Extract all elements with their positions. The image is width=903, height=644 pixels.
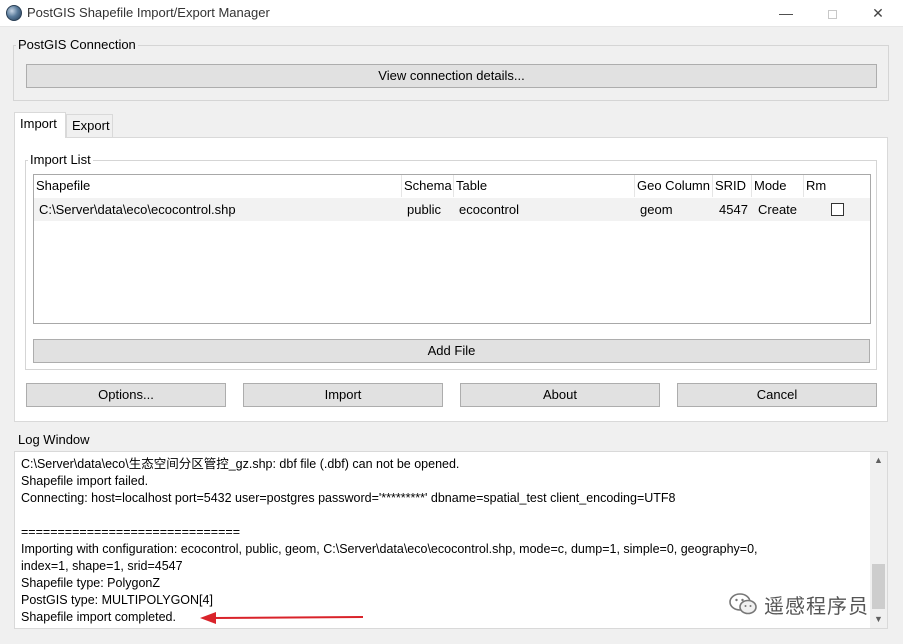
close-button[interactable]: ✕ — [855, 0, 901, 27]
about-button[interactable]: About — [460, 383, 660, 407]
scroll-thumb[interactable] — [872, 564, 885, 609]
add-file-button[interactable]: Add File — [33, 339, 870, 363]
window-title: PostGIS Shapefile Import/Export Manager — [27, 5, 270, 20]
postgis-connection-label: PostGIS Connection — [16, 37, 138, 53]
log-line: ============================== — [21, 525, 240, 539]
minimize-button[interactable]: — — [763, 0, 809, 27]
rm-checkbox[interactable] — [831, 203, 844, 216]
cell-geo-column[interactable]: geom — [640, 198, 712, 221]
column-header-geo-column[interactable]: Geo Column — [635, 175, 713, 197]
log-line: Importing with configuration: ecocontrol… — [21, 542, 758, 556]
table-header: Shapefile Schema Table Geo Column SRID M… — [34, 175, 870, 197]
log-window-label: Log Window — [16, 432, 92, 448]
watermark-text: 遥感程序员 — [764, 595, 869, 618]
log-line: Shapefile import failed. — [21, 474, 149, 488]
cell-table[interactable]: ecocontrol — [459, 198, 634, 221]
log-line: Connecting: host=localhost port=5432 use… — [21, 491, 676, 505]
import-list-label: Import List — [28, 152, 93, 168]
log-line: C:\Server\data\eco\生态空间分区管控_gz.shp: dbf … — [21, 457, 460, 471]
column-header-table[interactable]: Table — [454, 175, 635, 197]
maximize-icon — [827, 9, 837, 19]
scroll-up-icon[interactable]: ▲ — [870, 452, 887, 469]
cancel-button[interactable]: Cancel — [677, 383, 877, 407]
view-connection-details-button[interactable]: View connection details... — [26, 64, 877, 88]
tab-export[interactable]: Export — [66, 114, 113, 138]
cell-shapefile[interactable]: C:\Server\data\eco\ecocontrol.shp — [39, 198, 399, 221]
column-header-srid[interactable]: SRID — [713, 175, 752, 197]
red-arrow-icon — [200, 612, 364, 624]
column-header-shapefile[interactable]: Shapefile — [34, 175, 402, 197]
options-button[interactable]: Options... — [26, 383, 226, 407]
import-button[interactable]: Import — [243, 383, 443, 407]
wechat-icon — [729, 593, 757, 615]
tab-import[interactable]: Import — [14, 112, 66, 138]
cell-schema[interactable]: public — [407, 198, 453, 221]
column-header-rm[interactable]: Rm — [804, 175, 870, 197]
import-list-table[interactable]: Shapefile Schema Table Geo Column SRID M… — [33, 174, 871, 324]
table-row[interactable]: C:\Server\data\eco\ecocontrol.shp public… — [34, 198, 870, 221]
cell-srid[interactable]: 4547 — [719, 198, 752, 221]
cell-mode[interactable]: Create — [758, 198, 804, 221]
scroll-down-icon[interactable]: ▼ — [870, 611, 887, 628]
postgis-globe-icon — [6, 5, 22, 21]
column-header-mode[interactable]: Mode — [752, 175, 804, 197]
log-line: index=1, shape=1, srid=4547 — [21, 559, 183, 573]
title-bar: PostGIS Shapefile Import/Export Manager … — [0, 0, 903, 27]
watermark: 遥感程序员 — [728, 590, 869, 618]
maximize-button[interactable] — [809, 0, 855, 27]
column-header-schema[interactable]: Schema — [402, 175, 454, 197]
log-scrollbar[interactable]: ▲ ▼ — [870, 452, 887, 628]
